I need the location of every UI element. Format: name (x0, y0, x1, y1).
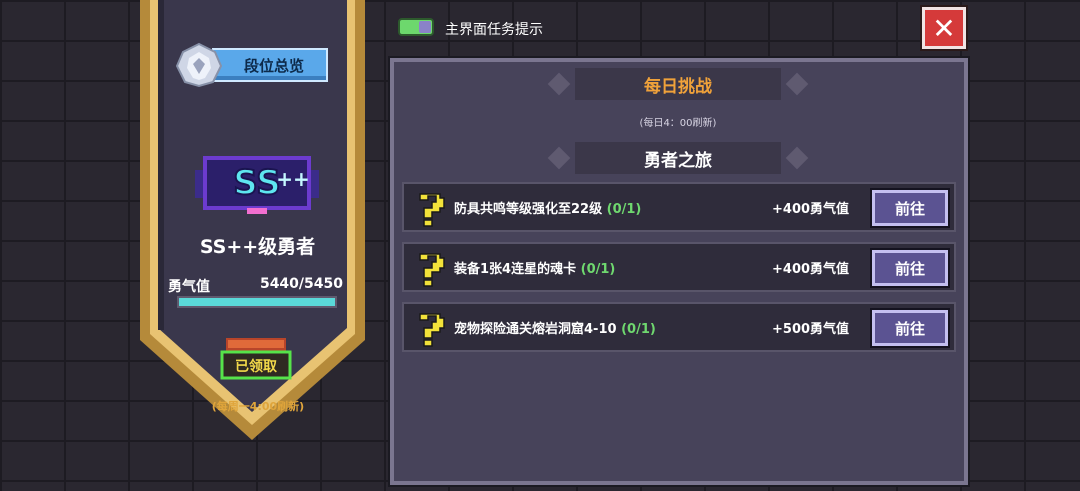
claimed-label: 已领取 (235, 358, 278, 375)
task-name: 防具共鸣等级强化至22级 (454, 202, 603, 217)
task-progress: (0/1) (580, 262, 616, 277)
go-button[interactable]: 前往 (872, 190, 948, 226)
courage-progress-bar (177, 296, 337, 308)
task-progress: (0/1) (606, 202, 642, 217)
task-row: 装备1张4连星的魂卡 (0/1) +400勇气值 前往 (402, 242, 956, 292)
task-hint-toggle[interactable] (398, 18, 434, 36)
task-name: 装备1张4连星的魂卡 (454, 262, 577, 277)
journey-title: 勇者之旅 (644, 150, 712, 171)
task-reward: +500勇气值 (772, 322, 850, 337)
go-button[interactable]: 前往 (872, 310, 948, 346)
svg-text:SS: SS (233, 163, 280, 203)
reward-chest-icon[interactable]: 已领取 (220, 336, 292, 380)
task-progress: (0/1) (621, 322, 656, 337)
weekly-reset-note: (每周一4:00刷新) (211, 400, 305, 413)
question-mark-icon (419, 253, 445, 287)
task-row: 宠物探险通关熔岩洞窟4-10 (0/1) +500勇气值 前往 (402, 302, 956, 352)
rank-badge-icon (175, 42, 223, 88)
task-reward: +400勇气值 (772, 202, 850, 217)
journey-header: 勇者之旅 (547, 142, 809, 174)
courage-value: 5440/5450 (259, 276, 343, 292)
task-hint-toggle-label: 主界面任务提示 (445, 22, 543, 38)
go-button[interactable]: 前往 (872, 250, 948, 286)
courage-progress-fill (179, 298, 335, 306)
toggle-knob (419, 21, 431, 33)
close-icon: ✕ (932, 11, 956, 45)
rank-overview-label[interactable]: 段位总览 (212, 48, 328, 82)
rank-name: SS++级勇者 (199, 236, 316, 258)
close-button[interactable]: ✕ (922, 7, 966, 49)
task-reward: +400勇气值 (772, 262, 850, 277)
question-mark-icon (419, 193, 445, 227)
daily-reset-note: (每日4：00刷新) (639, 118, 717, 129)
task-name: 宠物探险通关熔岩洞窟4-10 (454, 322, 617, 337)
ss-plus-plus-rank-icon: SS ++ (195, 156, 319, 214)
courage-label: 勇气值 (168, 279, 210, 295)
daily-challenge-title: 每日挑战 (644, 76, 712, 97)
task-row: 防具共鸣等级强化至22级 (0/1) +400勇气值 前往 (402, 182, 956, 232)
question-mark-icon (419, 313, 445, 347)
daily-challenge-header: 每日挑战 (547, 68, 809, 100)
svg-text:++: ++ (276, 167, 310, 191)
